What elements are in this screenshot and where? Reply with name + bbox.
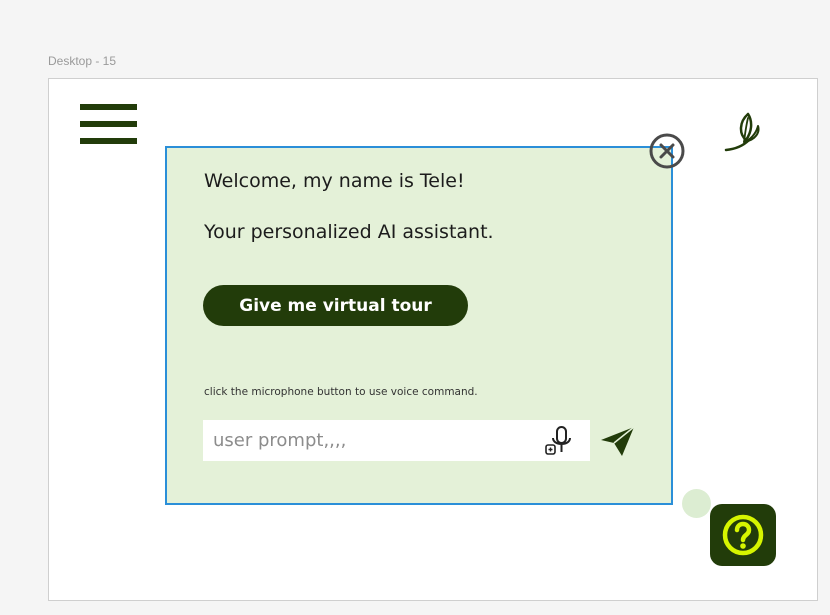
assistant-subtitle: Your personalized AI assistant. (204, 221, 494, 243)
status-dot (682, 489, 711, 518)
microphone-icon[interactable] (543, 425, 579, 457)
question-mark-icon (722, 514, 764, 556)
voice-command-hint: click the microphone button to use voice… (204, 386, 478, 398)
menu-bar-bottom (80, 138, 137, 144)
frame-label: Desktop - 15 (48, 54, 117, 68)
send-arrow-icon[interactable] (598, 423, 638, 459)
leaf-logo-icon (724, 112, 760, 152)
hamburger-menu-icon[interactable] (80, 104, 137, 148)
prompt-box (203, 420, 590, 461)
close-circle-icon[interactable] (648, 132, 686, 170)
welcome-heading: Welcome, my name is Tele! (204, 170, 465, 192)
user-prompt-input[interactable] (213, 420, 533, 461)
help-button[interactable] (710, 504, 776, 566)
virtual-tour-button[interactable]: Give me virtual tour (203, 285, 468, 326)
menu-bar-middle (80, 121, 137, 127)
menu-bar-top (80, 104, 137, 110)
